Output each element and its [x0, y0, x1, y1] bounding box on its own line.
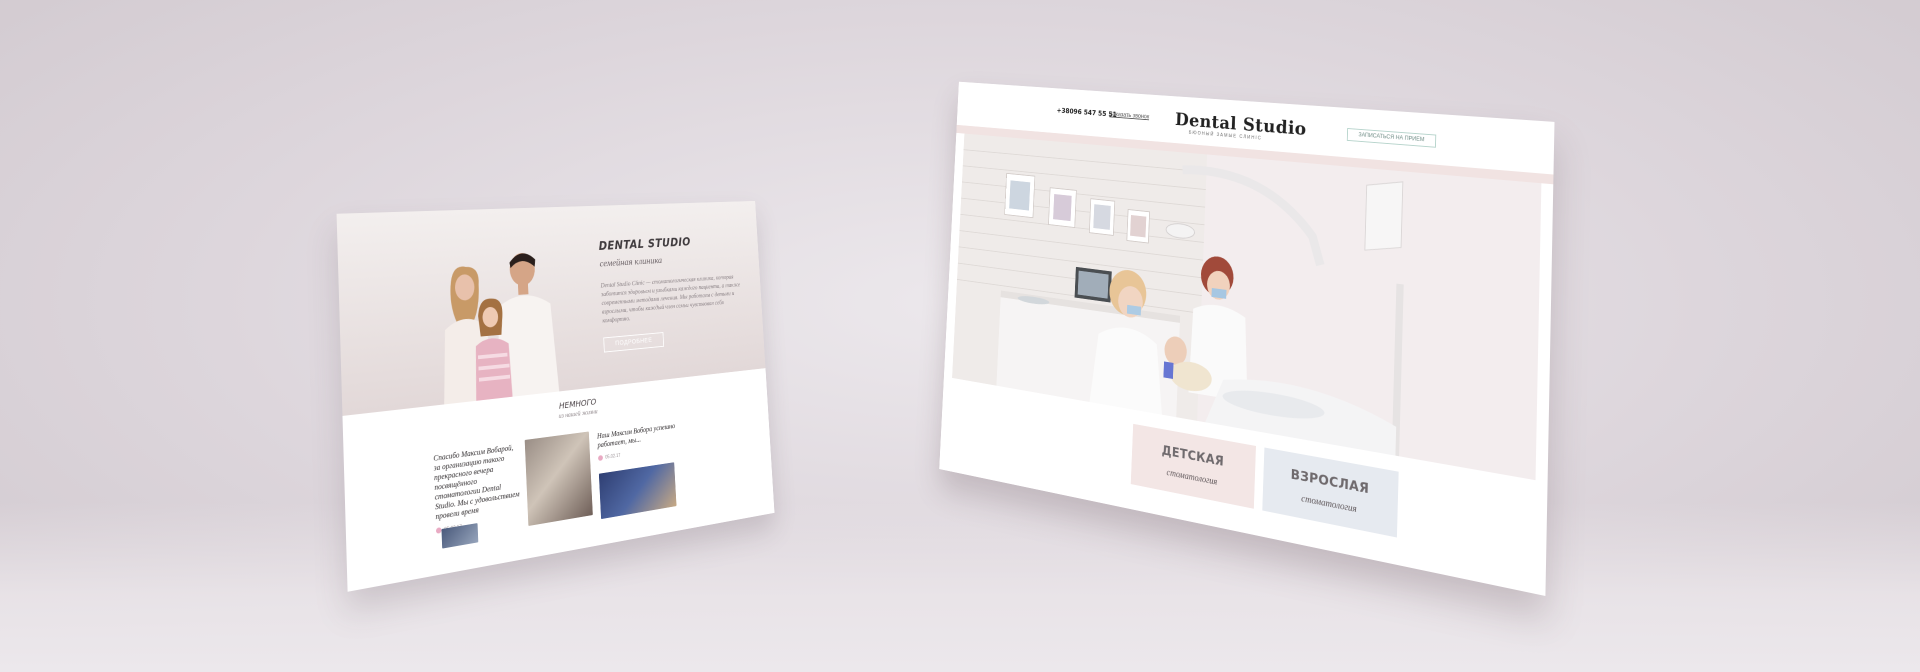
brand-title: DENTAL STUDIO	[598, 236, 691, 254]
clinic-scene	[952, 133, 1542, 481]
service-subtitle: стоматология	[1301, 493, 1357, 515]
brand-description: Dental Studio Clinic — стоматологическая…	[600, 273, 741, 325]
right-page: +38096 547 55 51 Заказать звонок Dental …	[939, 81, 1555, 596]
brand-subtitle: семейная клиника	[599, 255, 663, 270]
service-title: ВЗРОСЛАЯ	[1290, 466, 1370, 497]
left-mockup: DENTAL STUDIO семейная клиника Dental St…	[336, 200, 862, 592]
phone-number[interactable]: +38096 547 55 51	[1056, 107, 1117, 119]
callback-link[interactable]: Заказать звонок	[1109, 111, 1149, 120]
more-button[interactable]: ПОДРОБНЕЕ	[603, 332, 664, 353]
news-card[interactable]: Наш Максим Вобора успешно работает, мы..…	[596, 420, 689, 462]
news-text: Спасибо Максим Вобарой, за организацию т…	[433, 443, 520, 522]
adult-dentistry-button[interactable]: ВЗРОСЛАЯ стоматология	[1262, 447, 1399, 538]
left-page: DENTAL STUDIO семейная клиника Dental St…	[336, 200, 775, 592]
news-photo-award[interactable]	[598, 462, 677, 520]
news-photo-group[interactable]	[524, 431, 593, 526]
left-hero: DENTAL STUDIO семейная клиника Dental St…	[336, 200, 766, 416]
left-hero-copy: DENTAL STUDIO семейная клиника Dental St…	[598, 234, 750, 353]
service-title: ДЕТСКАЯ	[1161, 442, 1225, 470]
news-card[interactable]: Спасибо Максим Вобарой, за организацию т…	[433, 442, 522, 535]
right-mockup: +38096 547 55 51 Заказать звонок Dental …	[820, 81, 1555, 608]
family-photo	[441, 252, 560, 405]
news-date-label: 05.02.17	[605, 452, 621, 461]
news-section: НЕМНОГО из нашей жизни Спасибо Максим Во…	[413, 383, 729, 586]
kids-dentistry-button[interactable]: ДЕТСКАЯ стоматология	[1130, 423, 1256, 509]
service-subtitle: стоматология	[1166, 467, 1218, 488]
appointment-button[interactable]: ЗАПИСАТЬСЯ НА ПРИЕМ	[1346, 128, 1437, 148]
clinic-photo	[952, 133, 1542, 481]
pin-icon	[597, 454, 604, 462]
